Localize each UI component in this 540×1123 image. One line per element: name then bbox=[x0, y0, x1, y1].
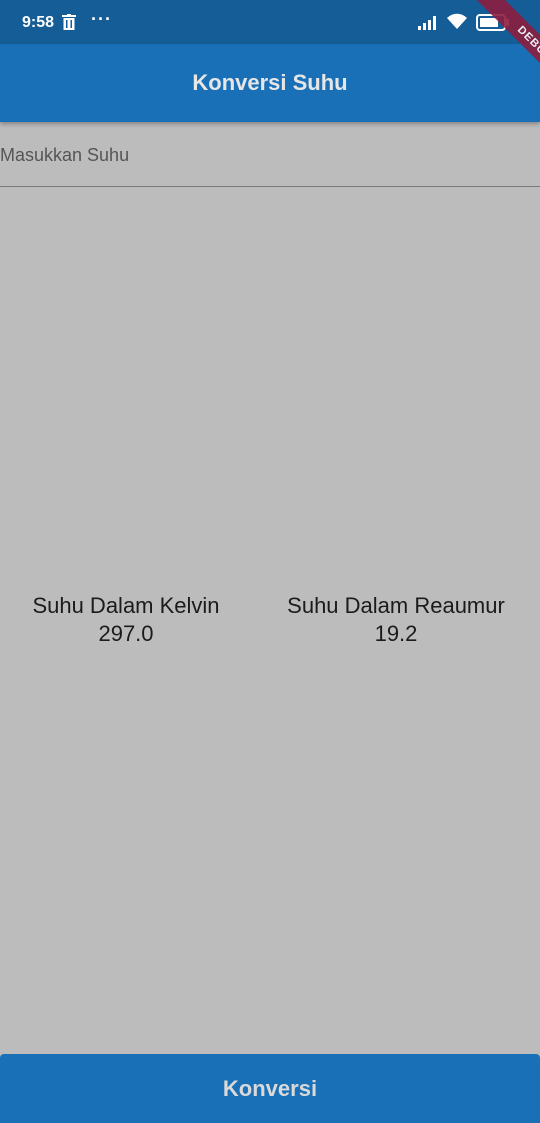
kelvin-result: Suhu Dalam Kelvin 297.0 bbox=[0, 592, 252, 648]
trash-icon bbox=[62, 14, 76, 30]
wifi-icon bbox=[447, 13, 467, 29]
reaumur-label: Suhu Dalam Reaumur bbox=[287, 593, 505, 618]
signal-icon bbox=[418, 16, 436, 30]
input-underline bbox=[0, 186, 540, 187]
page-title: Konversi Suhu bbox=[192, 70, 348, 95]
status-time: 9:58 bbox=[22, 14, 55, 31]
app-bar: Konversi Suhu bbox=[0, 44, 540, 122]
temperature-input[interactable] bbox=[0, 138, 540, 172]
kelvin-value: 297.0 bbox=[98, 621, 154, 646]
temperature-input-container bbox=[0, 122, 540, 188]
kelvin-label: Suhu Dalam Kelvin bbox=[32, 593, 220, 618]
status-bar: 9:58 ··· bbox=[0, 0, 540, 44]
convert-button[interactable]: Konversi bbox=[0, 1054, 540, 1123]
reaumur-value: 19.2 bbox=[374, 621, 418, 646]
more-icon: ··· bbox=[91, 9, 112, 29]
reaumur-result: Suhu Dalam Reaumur 19.2 bbox=[252, 592, 540, 648]
